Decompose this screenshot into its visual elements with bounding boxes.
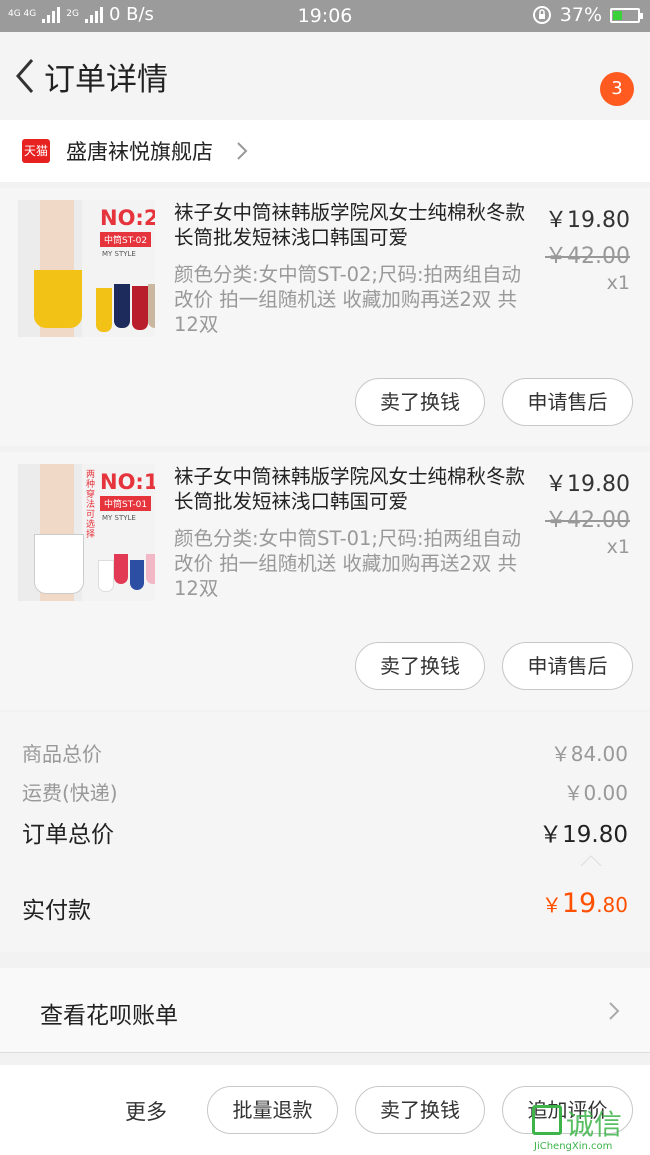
chevron-right-icon xyxy=(237,142,248,160)
status-bar: 4G 4G 2G 0 B/s 19:06 37% xyxy=(0,0,650,32)
tmall-logo: 天猫 xyxy=(22,139,50,163)
product-quantity: x1 xyxy=(606,272,630,294)
product-original-price: ￥42.00 xyxy=(545,508,630,533)
order-item-2[interactable]: 两种穿法可选择 NO:1 中筒ST-01 MY STYLE 袜子女中筒袜韩版学院… xyxy=(0,452,650,710)
product-title[interactable]: 袜子女中筒袜韩版学院风女士纯棉秋冬款长筒批发短袜浅口韩国可爱 xyxy=(174,200,534,250)
thumb-tag: 中筒ST-01 xyxy=(100,496,152,511)
sell-button[interactable]: 卖了换钱 xyxy=(355,642,485,690)
order-total-label: 订单总价 xyxy=(22,822,114,848)
paid-currency: ￥ xyxy=(541,893,562,917)
product-price: ￥19.80 xyxy=(545,472,630,497)
huabei-label[interactable]: 查看花呗账单 xyxy=(40,996,178,1030)
paid-int: 19 xyxy=(561,888,597,919)
huabei-divider xyxy=(0,1052,650,1053)
product-original-price: ￥42.00 xyxy=(545,244,630,269)
watermark-main: 诚信 xyxy=(566,1108,623,1141)
more-button[interactable]: 更多 xyxy=(125,1096,167,1126)
paid-amount: ￥19.80 xyxy=(430,888,628,919)
sell-button[interactable]: 卖了换钱 xyxy=(355,378,485,426)
product-title[interactable]: 袜子女中筒袜韩版学院风女士纯棉秋冬款长筒批发短袜浅口韩国可爱 xyxy=(174,464,534,514)
thumb-no: NO:1 xyxy=(100,470,155,494)
shipping-value: ￥0.00 xyxy=(563,781,628,805)
status-right: 37% xyxy=(532,4,643,26)
product-spec: 颜色分类:女中筒ST-01;尺码:拍两组自动改价 拍一组随机送 收藏加购再送2双… xyxy=(174,527,522,600)
huabei-bill-row[interactable]: 查看花呗账单 xyxy=(0,968,650,1052)
paid-label: 实付款 xyxy=(22,898,91,924)
order-total-value: ￥19.80 xyxy=(539,822,628,848)
shipping-label: 运费(快递) xyxy=(22,781,118,805)
title-bar: 订单详情 3 xyxy=(0,32,650,120)
battery-icon xyxy=(610,7,643,23)
after-sale-button[interactable]: 申请售后 xyxy=(502,378,633,426)
watermark-logo: 诚信 JiChengXin.com xyxy=(532,1103,650,1155)
sell-button[interactable]: 卖了换钱 xyxy=(355,1086,485,1134)
thumb-side-text: 两种穿法可选择 xyxy=(86,470,96,540)
thumb-tag: 中筒ST-02 xyxy=(100,232,152,247)
paid-dec: .80 xyxy=(596,893,628,917)
price-summary: 商品总价 ￥84.00 运费(快递) ￥0.00 订单总价 ￥19.80 实付款… xyxy=(0,712,650,952)
chevron-right-icon xyxy=(609,1002,620,1020)
goods-total-value: ￥84.00 xyxy=(550,742,628,766)
batch-refund-button[interactable]: 批量退款 xyxy=(207,1086,338,1134)
rotation-lock-icon xyxy=(532,6,551,24)
battery-percent: 37% xyxy=(559,4,602,26)
order-item-1[interactable]: NO:2 中筒ST-02 MY STYLE 袜子女中筒袜韩版学院风女士纯棉秋冬款… xyxy=(0,188,650,446)
product-thumbnail[interactable]: NO:2 中筒ST-02 MY STYLE xyxy=(18,200,155,337)
thumb-no: NO:2 xyxy=(100,206,155,230)
notification-badge: 3 xyxy=(600,72,634,106)
product-spec: 颜色分类:女中筒ST-02;尺码:拍两组自动改价 拍一组随机送 收藏加购再送2双… xyxy=(174,263,522,336)
thumb-style: MY STYLE xyxy=(102,514,136,522)
shop-row[interactable]: 天猫 盛唐袜悦旗舰店 xyxy=(0,120,650,182)
paid-row: 实付款 ￥19.80 xyxy=(0,866,650,952)
page-title: 订单详情 xyxy=(44,62,168,98)
shop-name[interactable]: 盛唐袜悦旗舰店 xyxy=(66,136,213,166)
product-quantity: x1 xyxy=(606,536,630,558)
thumb-style: MY STYLE xyxy=(102,250,136,258)
product-thumbnail[interactable]: 两种穿法可选择 NO:1 中筒ST-01 MY STYLE xyxy=(18,464,155,601)
goods-total-label: 商品总价 xyxy=(22,742,102,766)
back-arrow-icon[interactable] xyxy=(8,50,48,100)
watermark-sub: JiChengXin.com xyxy=(534,1141,613,1152)
after-sale-button[interactable]: 申请售后 xyxy=(502,642,633,690)
product-price: ￥19.80 xyxy=(545,208,630,233)
